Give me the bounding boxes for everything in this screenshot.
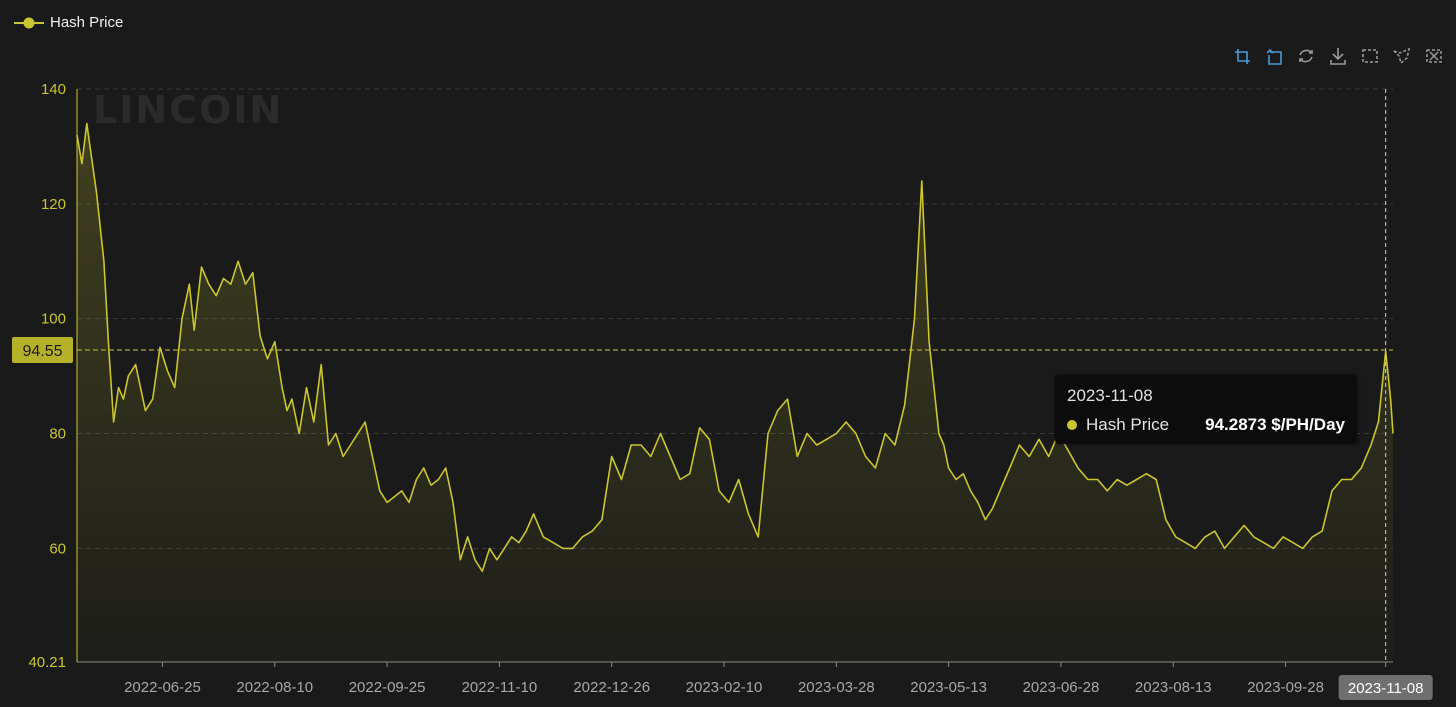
x-tick-label: 2023-03-28 (798, 679, 875, 696)
x-tick-label: 2023-09-28 (1247, 679, 1324, 696)
tooltip-row: Hash Price 94.2873 $/PH/Day (1067, 415, 1345, 435)
zoom-icon[interactable] (1230, 44, 1254, 68)
y-tick-label: 60 (49, 540, 66, 557)
crosshair-x-label: 2023-11-08 (1348, 680, 1424, 697)
legend-hash-price[interactable]: Hash Price (14, 14, 123, 31)
x-tick-label: 2022-09-25 (349, 679, 426, 696)
y-tick-label: 140 (41, 81, 66, 98)
lasso-icon[interactable] (1390, 44, 1414, 68)
x-tick-label: 2022-11-10 (462, 679, 538, 696)
clear-select-icon[interactable] (1422, 44, 1446, 68)
download-icon[interactable] (1326, 44, 1350, 68)
tooltip-series-name: Hash Price (1086, 415, 1170, 434)
y-tick-label: 120 (41, 196, 66, 213)
tooltip-value: 94.2873 $/PH/Day (1205, 415, 1345, 434)
x-tick-label: 2022-12-26 (573, 679, 650, 696)
x-tick-label: 2023-02-10 (686, 679, 763, 696)
restore-icon[interactable] (1294, 44, 1318, 68)
legend-marker-icon (14, 17, 44, 28)
zoom-reset-icon[interactable] (1262, 44, 1286, 68)
chart-toolbar (1230, 44, 1446, 68)
lincoin-watermark: LINCOIN (93, 88, 284, 132)
legend-label: Hash Price (50, 14, 124, 31)
x-tick-label: 2023-06-28 (1023, 679, 1100, 696)
tooltip-series-dot (1067, 420, 1077, 430)
x-tick-label: 2022-06-25 (124, 679, 201, 696)
tooltip: 2023-11-08 Hash Price 94.2873 $/PH/Day (1055, 375, 1357, 444)
x-tick-label: 2022-08-10 (236, 679, 313, 696)
x-tick-label: 2023-08-13 (1135, 679, 1212, 696)
crosshair-y-label: 94.55 (22, 343, 62, 360)
x-tick-label: 2023-05-13 (910, 679, 987, 696)
y-tick-label: 40.21 (28, 654, 66, 671)
y-tick-label: 100 (41, 311, 66, 328)
tooltip-date: 2023-11-08 (1067, 386, 1153, 405)
y-tick-label: 80 (49, 426, 66, 443)
select-rect-icon[interactable] (1358, 44, 1382, 68)
